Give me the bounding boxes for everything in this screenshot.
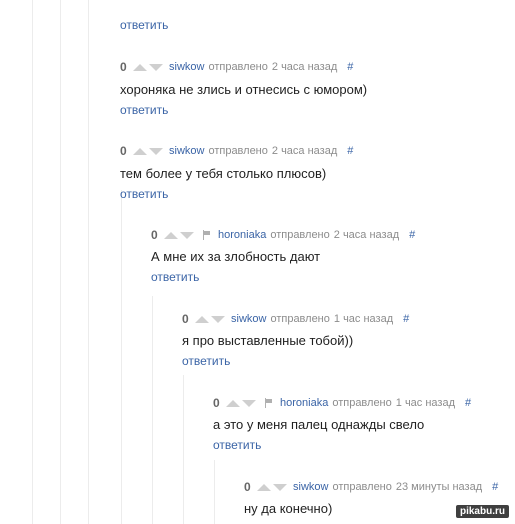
- thread-line: [152, 296, 153, 524]
- reply-link[interactable]: ответить: [182, 354, 230, 368]
- upvote-icon[interactable]: [195, 315, 209, 323]
- comment-text: а это у меня палец однажды свело: [213, 417, 425, 432]
- downvote-icon[interactable]: [273, 483, 287, 491]
- thread-line: [60, 0, 61, 524]
- reply-link[interactable]: ответить: [213, 438, 261, 452]
- comment-author[interactable]: siwkow: [231, 313, 266, 325]
- comment-time: 2 часа назад: [333, 229, 400, 241]
- comment-time: 1 час назад: [333, 313, 394, 325]
- site-watermark: pikabu.ru: [455, 505, 509, 518]
- comment-text: тем более у тебя столько плюсов): [120, 166, 327, 181]
- upvote-icon[interactable]: [133, 63, 147, 71]
- reply-link[interactable]: ответить: [120, 103, 168, 117]
- sent-label: отправлено: [332, 481, 392, 493]
- comment-meta: 0 siwkow отправлено 23 минуты назад #: [244, 480, 498, 494]
- sent-label: отправлено: [270, 313, 330, 325]
- comment-text: ну да конечно): [244, 501, 333, 516]
- comment-time: 23 минуты назад: [395, 481, 483, 493]
- comment-score: 0: [213, 396, 220, 410]
- comment-score: 0: [151, 228, 158, 242]
- comment-time: 2 часа назад: [271, 145, 338, 157]
- sent-label: отправлено: [332, 397, 392, 409]
- flag-icon[interactable]: [264, 398, 274, 408]
- comment-text: А мне их за злобность дают: [151, 249, 321, 264]
- reply-link[interactable]: ответить: [120, 187, 168, 201]
- downvote-icon[interactable]: [149, 63, 163, 71]
- sent-label: отправлено: [208, 61, 268, 73]
- comment-permalink[interactable]: #: [403, 313, 409, 325]
- comment-author[interactable]: siwkow: [293, 481, 328, 493]
- comment-text: хороняка не злись и отнесись с юмором): [120, 82, 368, 97]
- comment-permalink[interactable]: #: [347, 61, 353, 73]
- comment-permalink[interactable]: #: [409, 229, 415, 241]
- thread-line: [88, 0, 89, 524]
- upvote-icon[interactable]: [257, 483, 271, 491]
- comment-meta: 0 horoniaka отправлено 1 час назад #: [213, 396, 471, 410]
- thread-line: [183, 375, 184, 524]
- reply-link[interactable]: ответить: [151, 270, 199, 284]
- comment-permalink[interactable]: #: [465, 397, 471, 409]
- comment-meta: 0 horoniaka отправлено 2 часа назад #: [151, 228, 415, 242]
- thread-line: [121, 190, 122, 524]
- comment-meta: 0 siwkow отправлено 2 часа назад #: [120, 144, 353, 158]
- comment-author[interactable]: horoniaka: [280, 397, 328, 409]
- flag-icon[interactable]: [202, 230, 212, 240]
- reply-link[interactable]: ответить: [120, 18, 168, 32]
- comment-permalink[interactable]: #: [347, 145, 353, 157]
- comment-score: 0: [120, 60, 127, 74]
- comment-score: 0: [182, 312, 189, 326]
- comment-permalink[interactable]: #: [492, 481, 498, 493]
- comment-author[interactable]: horoniaka: [218, 229, 266, 241]
- downvote-icon[interactable]: [211, 315, 225, 323]
- sent-label: отправлено: [208, 145, 268, 157]
- comment-score: 0: [244, 480, 251, 494]
- comment-author[interactable]: siwkow: [169, 145, 204, 157]
- comment-time: 1 час назад: [395, 397, 455, 409]
- sent-label: отправлено: [270, 229, 330, 241]
- upvote-icon[interactable]: [226, 399, 240, 407]
- comment-score: 0: [120, 144, 127, 158]
- comment-meta: 0 siwkow отправлено 1 час назад #: [182, 312, 409, 326]
- downvote-icon[interactable]: [180, 231, 194, 239]
- comment-time: 2 часа назад: [271, 61, 338, 73]
- downvote-icon[interactable]: [149, 147, 163, 155]
- comment-text: я про выставленные тобой)): [182, 333, 354, 348]
- upvote-icon[interactable]: [164, 231, 178, 239]
- thread-line: [32, 0, 33, 524]
- comment-meta: 0 siwkow отправлено 2 часа назад #: [120, 60, 353, 74]
- comment-author[interactable]: siwkow: [169, 61, 204, 73]
- upvote-icon[interactable]: [133, 147, 147, 155]
- downvote-icon[interactable]: [242, 399, 256, 407]
- thread-line: [214, 460, 215, 524]
